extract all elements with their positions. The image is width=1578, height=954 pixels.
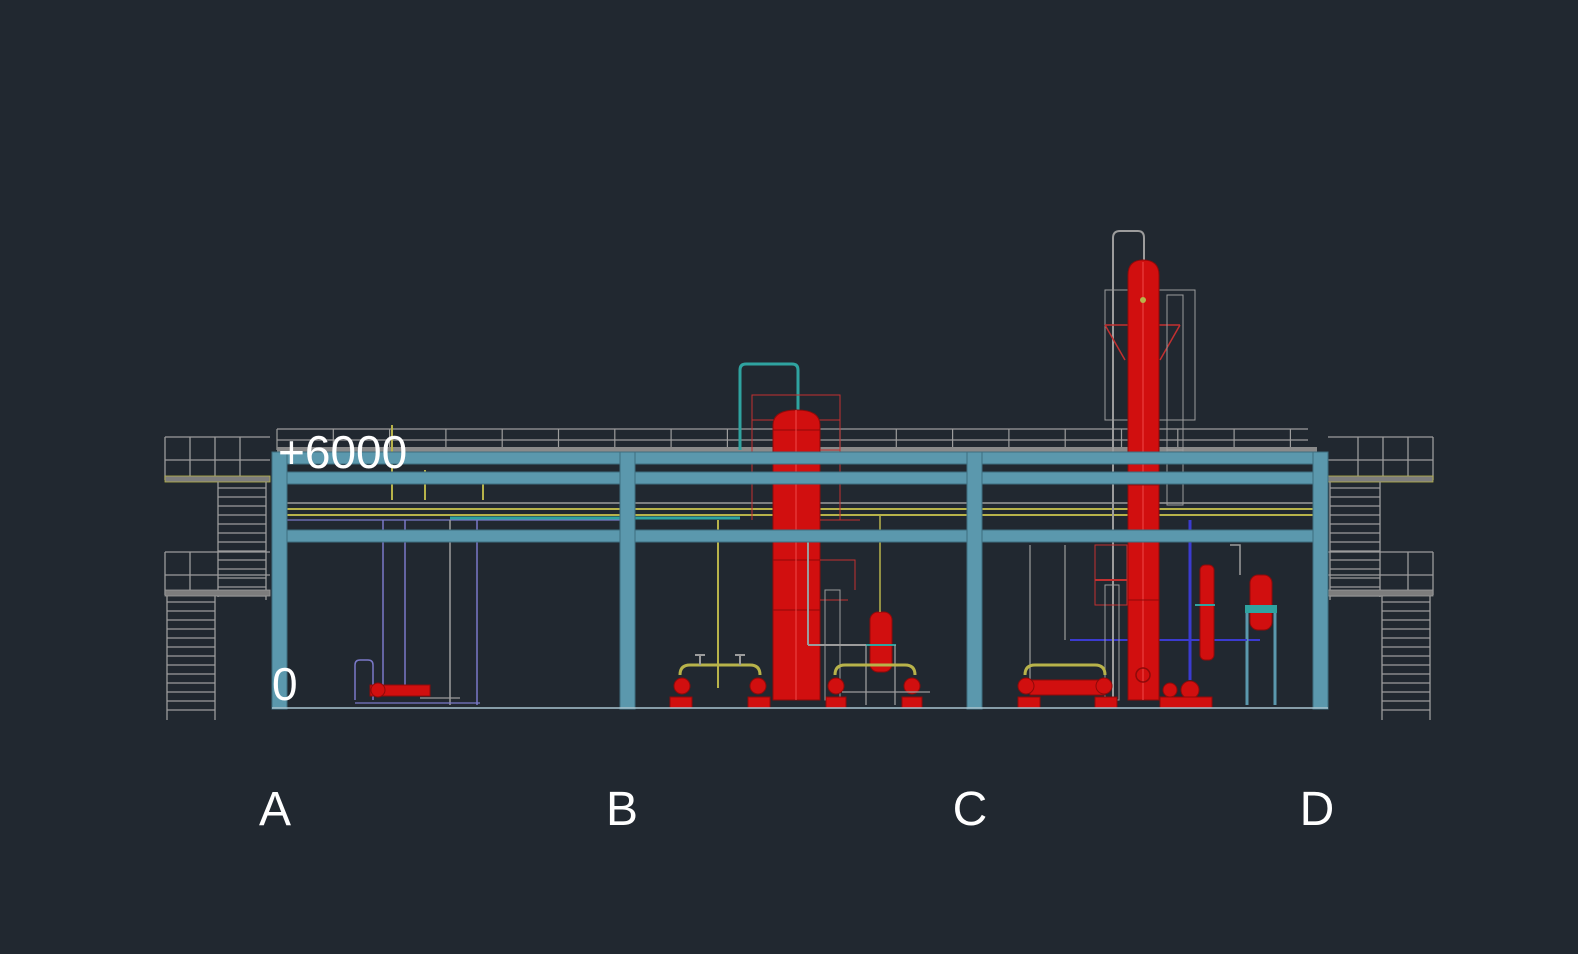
- axis-label-d: D: [1300, 783, 1335, 836]
- cad-viewport[interactable]: +6000 0 A B C D: [0, 0, 1578, 949]
- small-vessel-3: [1215, 544, 1277, 705]
- small-vessel-2: [1195, 564, 1215, 661]
- distillation-column-2: [1094, 230, 1196, 701]
- pump-group-3: [1017, 663, 1118, 709]
- right-stair-tower: [1327, 436, 1434, 720]
- grid-axis-labels: A B C D: [259, 783, 1334, 836]
- elevation-top-label: +6000: [278, 426, 407, 478]
- axis-label-c: C: [953, 783, 988, 836]
- pump-group-1: [669, 520, 771, 709]
- elevation-labels: +6000 0: [272, 426, 407, 710]
- left-stair-tower: [164, 436, 271, 720]
- axis-label-a: A: [259, 783, 291, 836]
- small-vessel-1: [865, 515, 896, 705]
- elevation-ground-label: 0: [272, 658, 298, 710]
- axis-label-b: B: [606, 783, 638, 836]
- plant-elevation-drawing: +6000 0 A B C D: [164, 230, 1434, 836]
